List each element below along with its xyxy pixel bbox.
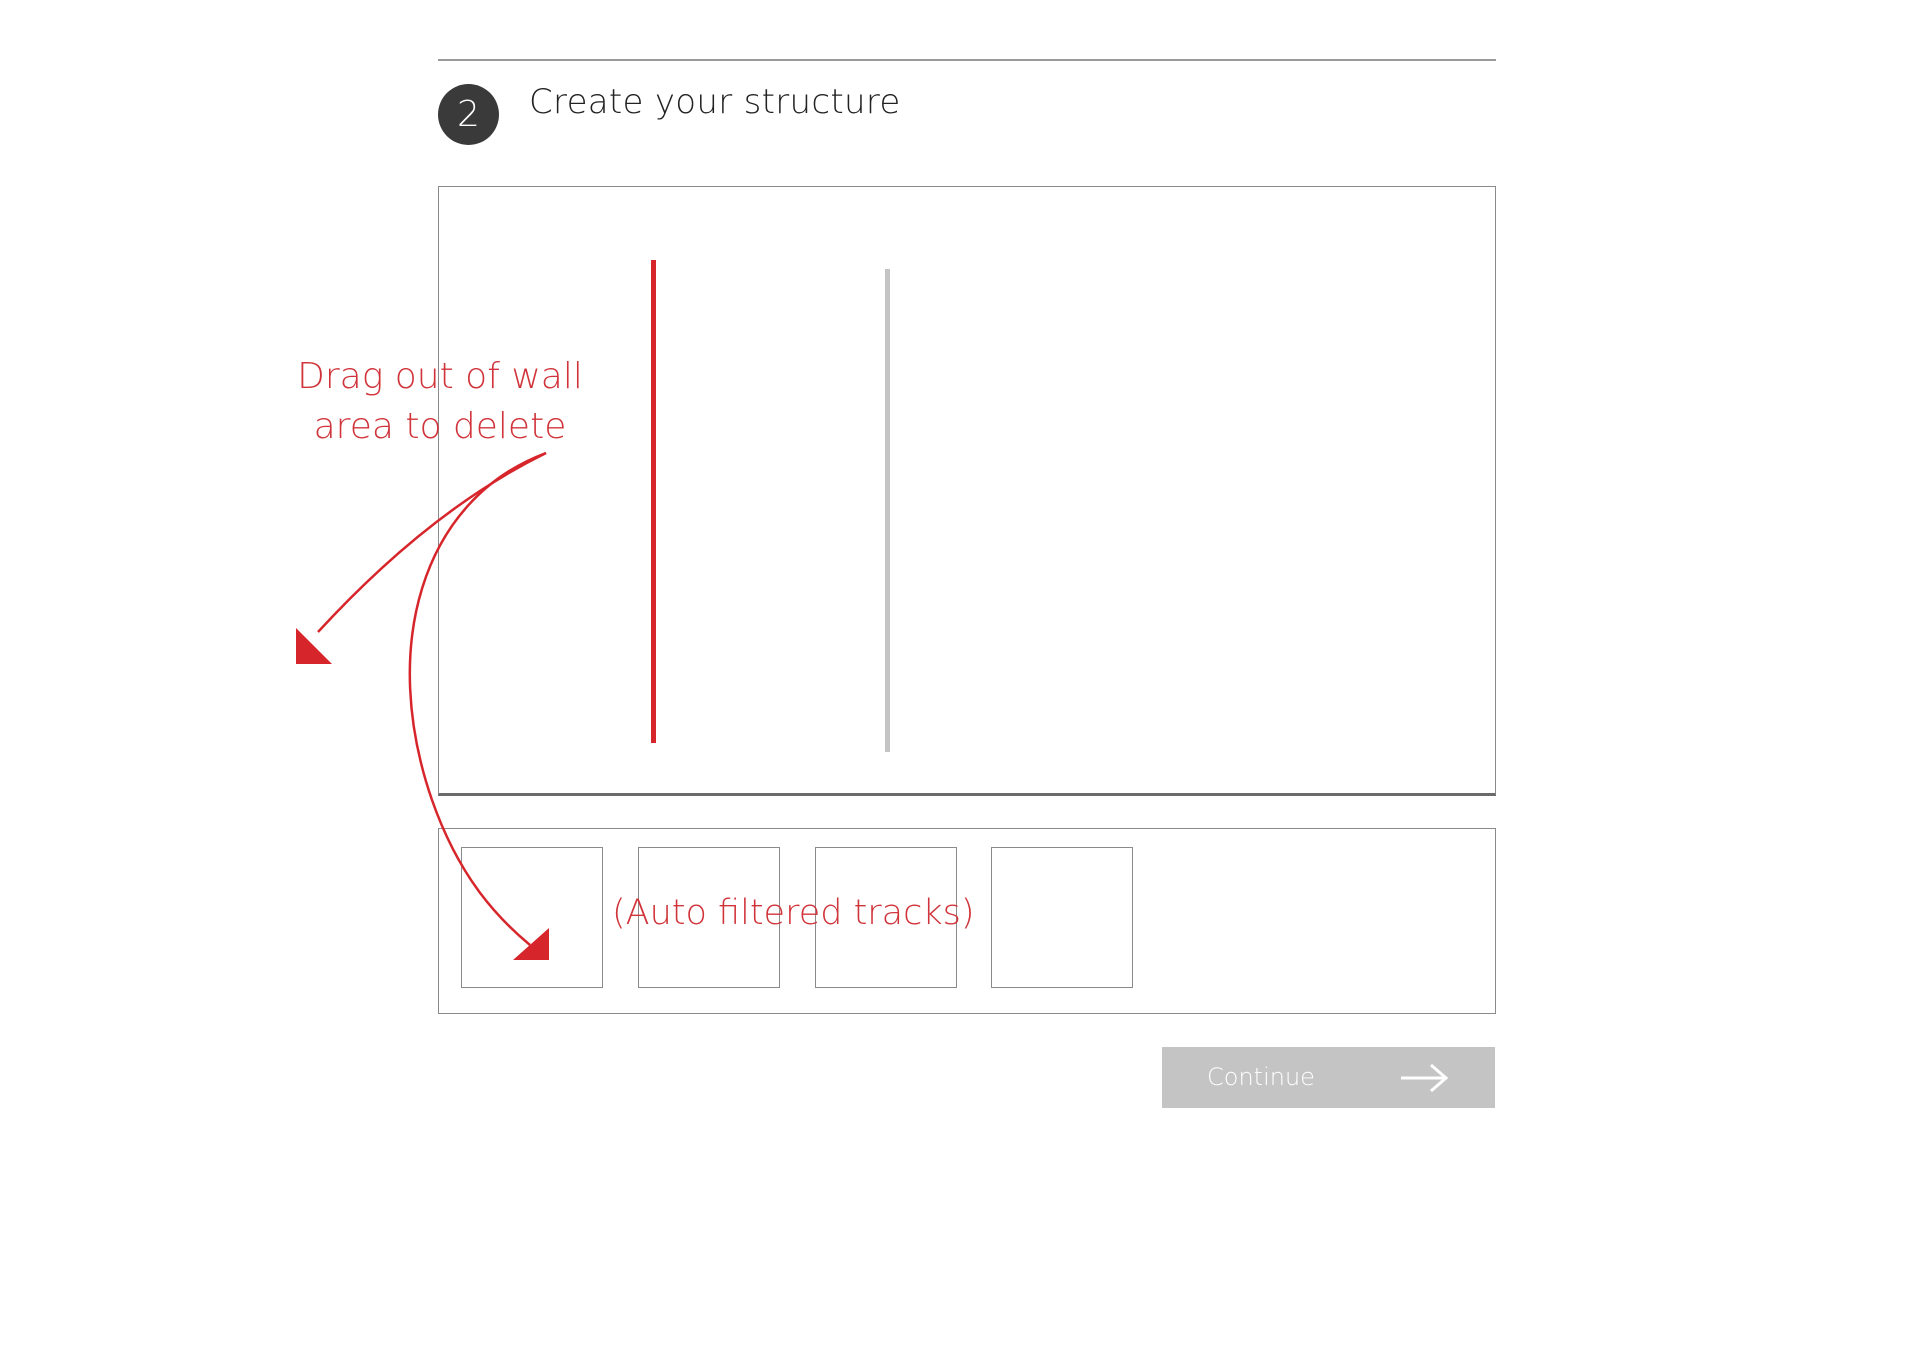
delete-hint-line-2: area to delete [313,406,567,447]
continue-label: Continue [1207,1063,1315,1091]
step-title: Create your structure [529,82,901,122]
wall-track[interactable] [885,269,890,752]
wall-track-selected[interactable] [651,260,656,743]
delete-hint-line-1: Drag out of wall [297,356,583,397]
continue-button[interactable]: Continue [1162,1047,1495,1108]
arrowhead-icon [296,628,332,664]
wall-area[interactable] [438,186,1496,796]
tray-annotation: (Auto filtered tracks) [612,893,975,933]
track-slot[interactable] [461,847,603,988]
header-divider [438,59,1496,61]
arrow-right-icon [1401,1063,1449,1093]
delete-hint-annotation: Drag out of wall area to delete [290,352,590,452]
step-number-badge: 2 [438,84,499,145]
track-slot[interactable] [991,847,1133,988]
